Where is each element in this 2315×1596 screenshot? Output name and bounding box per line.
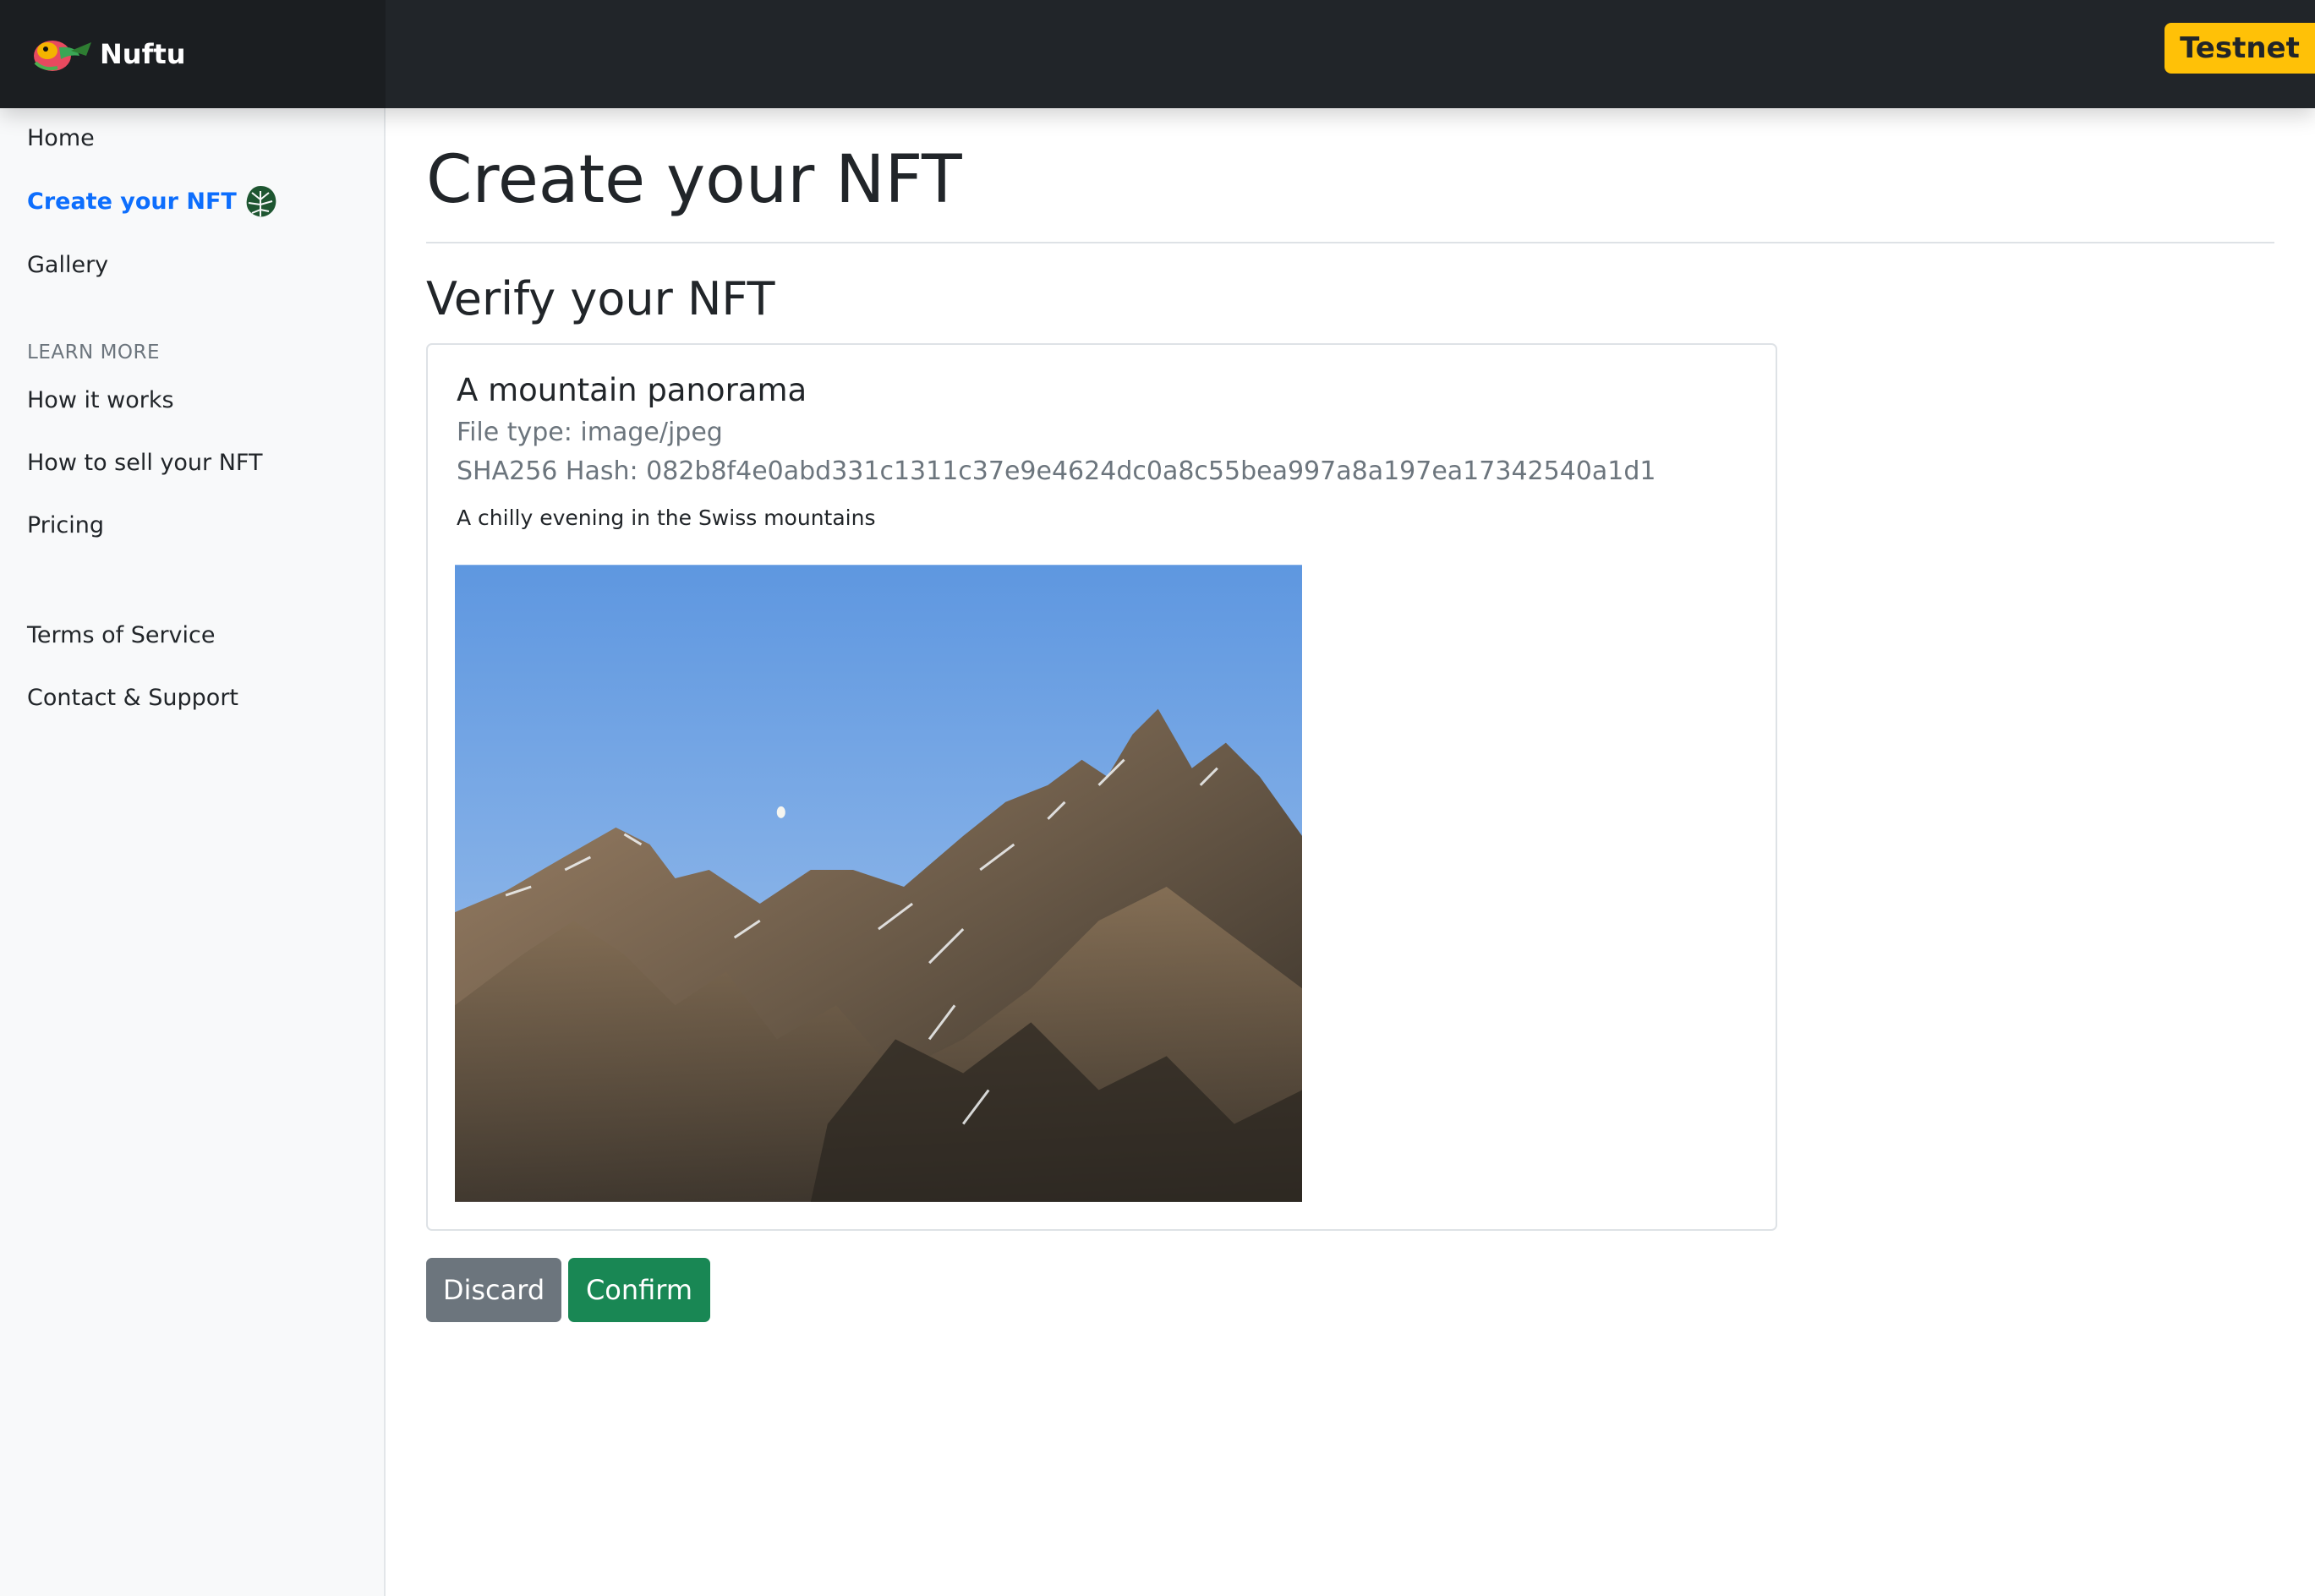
brand[interactable]: Nuftu <box>0 0 386 108</box>
sidebar-item-label: Gallery <box>27 252 109 278</box>
sidebar-item-label: Contact & Support <box>27 685 239 711</box>
sidebar-item-label: Pricing <box>27 512 105 538</box>
sidebar-item-home[interactable]: Home <box>27 125 95 151</box>
confirm-button[interactable]: Confirm <box>568 1258 710 1322</box>
learn-more-heading: Learn more <box>27 342 161 363</box>
sidebar-item-label: How to sell your NFT <box>27 450 263 476</box>
page-title: Create your NFT <box>426 142 962 218</box>
network-badge: Testnet <box>2164 23 2315 74</box>
nft-hash: SHA256 Hash: 082b8f4e0abd331c1311c37e9e4… <box>457 456 1656 486</box>
nft-title: A mountain panorama <box>457 372 807 408</box>
discard-button[interactable]: Discard <box>426 1258 561 1322</box>
nft-preview-card: A mountain panorama File type: image/jpe… <box>426 343 1777 1231</box>
section-title: Verify your NFT <box>426 272 775 325</box>
divider <box>426 242 2274 243</box>
sidebar: Home Create your NFT Gallery Learn more … <box>0 108 386 1596</box>
nft-description: A chilly evening in the Swiss mountains <box>457 506 876 530</box>
toucan-logo-icon <box>34 41 91 71</box>
monstera-leaf-icon <box>246 186 276 217</box>
sidebar-item-pricing[interactable]: Pricing <box>27 512 104 538</box>
sidebar-item-create-nft[interactable]: Create your NFT <box>27 183 279 220</box>
top-navbar: Nuftu Testnet <box>0 0 2315 108</box>
nft-file-type: File type: image/jpeg <box>457 418 723 447</box>
sidebar-item-label: Terms of Service <box>27 622 216 648</box>
sidebar-item-contact[interactable]: Contact & Support <box>27 685 238 711</box>
sidebar-item-label: Home <box>27 125 95 151</box>
brand-name: Nuftu <box>100 38 186 70</box>
sidebar-item-label: Create your NFT <box>27 188 237 215</box>
sidebar-item-terms[interactable]: Terms of Service <box>27 622 216 648</box>
sidebar-item-gallery[interactable]: Gallery <box>27 252 108 278</box>
nft-image <box>455 565 1302 1202</box>
sidebar-item-how-it-works[interactable]: How it works <box>27 387 174 413</box>
sidebar-item-how-to-sell[interactable]: How to sell your NFT <box>27 450 262 476</box>
sidebar-item-label: How it works <box>27 387 174 413</box>
